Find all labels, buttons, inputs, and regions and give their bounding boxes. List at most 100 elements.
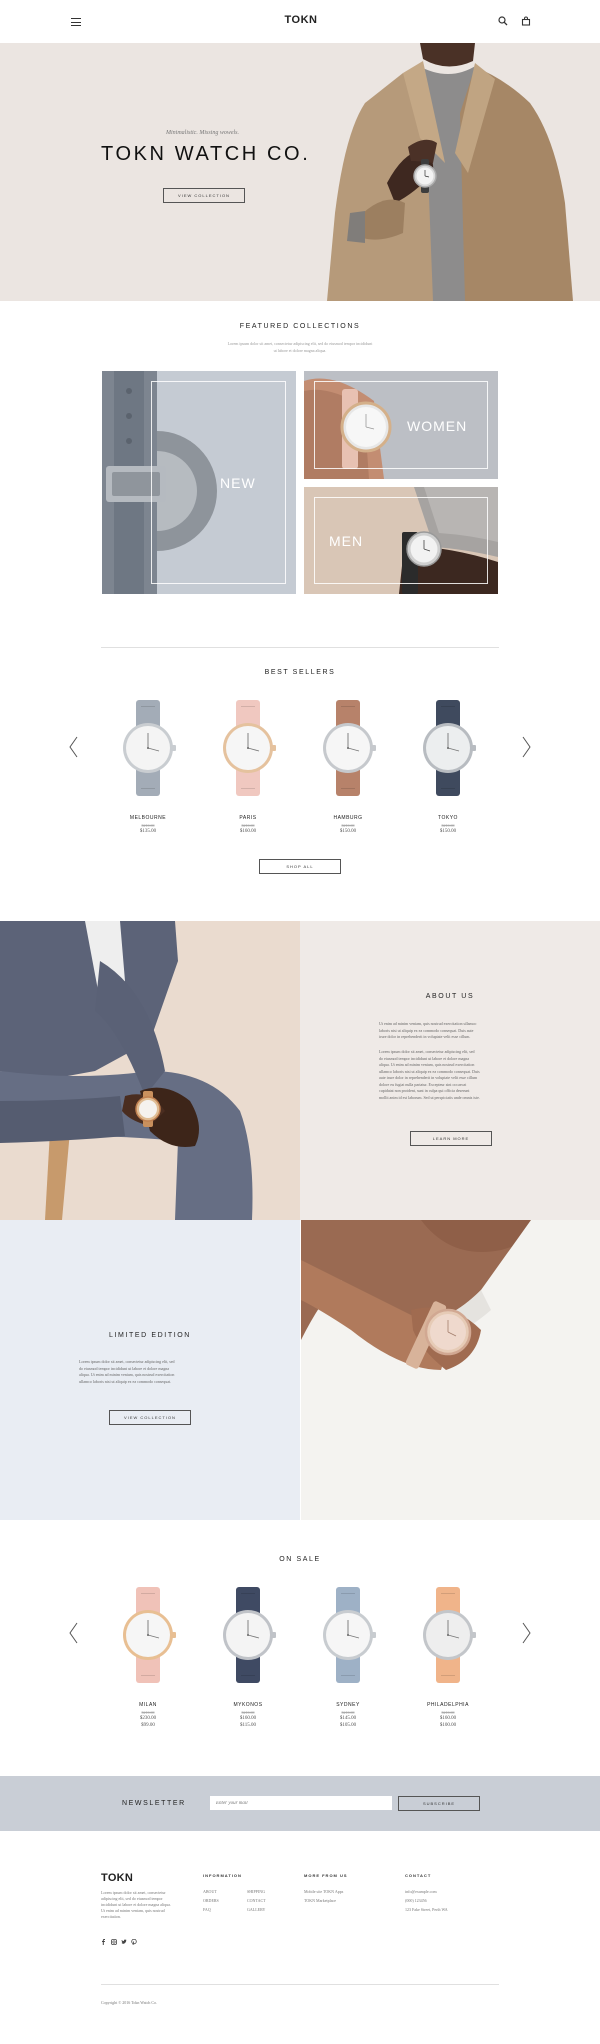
section-divider bbox=[101, 647, 499, 648]
on-sale-product-sale-price: $99.00 bbox=[141, 1723, 155, 1728]
on-sale-product-card[interactable]: MYKONOS $210.00 $160.00 $115.00 bbox=[203, 1587, 293, 1728]
best-sellers-product-image bbox=[123, 700, 176, 796]
footer-link[interactable]: ORDERS bbox=[203, 1898, 219, 1903]
best-sellers-product-price: $150.00 bbox=[439, 829, 457, 834]
best-sellers-product-old-price: $210.00 bbox=[241, 823, 255, 828]
best-sellers-product-name[interactable]: MELBOURNE bbox=[103, 815, 193, 821]
limited-paragraph-line: aliqua. Ut enim ad minim veniam, quis no… bbox=[79, 1372, 175, 1377]
on-sale-product-price: $145.00 bbox=[339, 1716, 357, 1721]
on-sale-product-name[interactable]: SYDNEY bbox=[303, 1702, 393, 1708]
tile-men-label: MEN bbox=[329, 533, 364, 549]
about-title: ABOUT US bbox=[425, 993, 475, 1000]
hamburger-menu-icon[interactable] bbox=[71, 18, 81, 26]
on-sale-title: ON SALE bbox=[279, 1556, 321, 1563]
newsletter-label: NEWSLETTER bbox=[122, 1800, 186, 1807]
sale-carousel-prev-arrow-icon[interactable] bbox=[68, 1622, 80, 1644]
limited-image bbox=[301, 1220, 600, 1520]
footer-about-text: Lorem ipsum dolor sit amet, consectetur a… bbox=[101, 1890, 191, 1920]
on-sale-product-card[interactable]: SYDNEY $210.00 $145.00 $105.00 bbox=[303, 1587, 393, 1728]
footer-column-title: INFORMATION bbox=[203, 1873, 242, 1878]
shopping-bag-icon[interactable] bbox=[521, 16, 531, 26]
search-icon[interactable] bbox=[498, 16, 508, 26]
footer-column-title: CONTACT bbox=[405, 1873, 432, 1878]
tile-women[interactable]: WOMEN bbox=[304, 371, 498, 479]
best-sellers-product-old-price: $210.00 bbox=[441, 823, 455, 828]
footer-link[interactable]: info@example.com bbox=[405, 1889, 437, 1894]
footer-link[interactable]: Mobile site TOKN Apps bbox=[304, 1889, 343, 1894]
on-sale-product-name[interactable]: PHILADELPHIA bbox=[403, 1702, 493, 1708]
best-sellers-product-name[interactable]: HAMBURG bbox=[303, 815, 393, 821]
on-sale-product-image bbox=[123, 1587, 176, 1683]
best-sellers-product-name[interactable]: PARIS bbox=[203, 815, 293, 821]
tile-new-frame bbox=[151, 381, 286, 584]
about-paragraph-line: aliqua. Ut enim ad minim veniam, quis no… bbox=[379, 1062, 475, 1067]
footer-divider bbox=[101, 1984, 499, 1985]
about-paragraph-line: Ut enim ad minim veniam, quis nostrud ex… bbox=[379, 1021, 477, 1026]
best-sellers-product-image bbox=[423, 700, 476, 796]
footer-link[interactable]: (000) 123456 bbox=[405, 1898, 427, 1903]
about-paragraph-1: Ut enim ad minim veniam, quis nostrud ex… bbox=[379, 1021, 476, 1041]
best-sellers-product-card[interactable]: PARIS $210.00 $160.00 bbox=[203, 700, 293, 840]
footer-link[interactable]: CONTACT bbox=[247, 1898, 266, 1903]
subscribe-button[interactable]: SUBSCRIBE bbox=[398, 1796, 480, 1811]
pinterest-icon[interactable] bbox=[131, 1939, 137, 1945]
about-paragraph-line: aute irure dolor in reprehenderit in vol… bbox=[379, 1075, 478, 1080]
view-collection-button[interactable]: VIEW COLLECTION bbox=[163, 188, 245, 203]
copyright-text: Copyright © 2016 Tokn Watch Co. bbox=[101, 2000, 158, 2005]
newsletter-email-input[interactable] bbox=[210, 1796, 392, 1810]
footer-link[interactable]: GALLERY bbox=[247, 1907, 265, 1912]
site-logo[interactable]: TOKN bbox=[276, 14, 326, 26]
tile-men[interactable]: MEN bbox=[304, 487, 498, 594]
limited-paragraph-line: ullamco laboris nisi ut aliquip ex ea co… bbox=[79, 1378, 172, 1384]
about-paragraph-line: Lorem ipsum dolor sit amet, consectetur … bbox=[379, 1049, 475, 1054]
best-sellers-title: BEST SELLERS bbox=[264, 669, 336, 676]
facebook-icon[interactable] bbox=[101, 1939, 106, 1945]
on-sale-product-sale-price: $115.00 bbox=[239, 1723, 257, 1728]
carousel-next-arrow-icon[interactable] bbox=[520, 736, 532, 758]
tile-women-label: WOMEN bbox=[407, 418, 468, 434]
twitter-icon[interactable] bbox=[121, 1939, 127, 1945]
on-sale-product-old-price: $210.00 bbox=[241, 1710, 255, 1715]
footer-social-icons bbox=[101, 1939, 141, 1945]
footer-link[interactable]: 123 Fake Street, Perth WA bbox=[405, 1907, 448, 1912]
best-sellers-product-card[interactable]: MELBOURNE $210.00 $135.00 bbox=[103, 700, 193, 840]
footer-link[interactable]: FAQ bbox=[203, 1907, 211, 1912]
hero-title: TOKN WATCH CO. bbox=[101, 143, 311, 165]
footer-link[interactable]: SHIPPING bbox=[247, 1889, 265, 1894]
on-sale-product-old-price: $210.00 bbox=[141, 1710, 155, 1715]
on-sale-product-old-price: $210.00 bbox=[441, 1710, 455, 1715]
on-sale-product-card[interactable]: MILAN $210.00 $230.00 $99.00 bbox=[103, 1587, 193, 1728]
hero-model-image bbox=[327, 43, 573, 301]
about-paragraph-2: Lorem ipsum dolor sit amet, consectetur … bbox=[379, 1049, 480, 1101]
learn-more-button[interactable]: LEARN MORE bbox=[410, 1131, 492, 1146]
about-panel: ABOUT US Ut enim ad minim veniam, quis n… bbox=[300, 921, 600, 1220]
sale-carousel-next-arrow-icon[interactable] bbox=[520, 1622, 532, 1644]
best-sellers-product-card[interactable]: TOKYO $210.00 $150.00 bbox=[403, 700, 493, 840]
best-sellers-product-price: $135.00 bbox=[139, 829, 157, 834]
best-sellers-product-image bbox=[323, 700, 376, 796]
shop-all-button[interactable]: SHOP ALL bbox=[259, 859, 341, 874]
about-paragraph-line: irure dolor in reprehenderit in voluptat… bbox=[379, 1034, 471, 1039]
best-sellers-product-card[interactable]: HAMBURG $210.00 $150.00 bbox=[303, 700, 393, 840]
best-sellers-product-name[interactable]: TOKYO bbox=[403, 815, 493, 821]
on-sale-product-image bbox=[223, 1587, 276, 1683]
footer-about-line: exercitation. bbox=[101, 1914, 121, 1919]
on-sale-product-price: $230.00 bbox=[139, 1716, 157, 1721]
carousel-prev-arrow-icon[interactable] bbox=[68, 736, 80, 758]
on-sale-product-card[interactable]: PHILADELPHIA $210.00 $160.00 $100.00 bbox=[403, 1587, 493, 1728]
hero-banner: Minimalistic. Missing wowels. TOKN WATCH… bbox=[0, 43, 600, 301]
tile-new[interactable]: NEW bbox=[102, 371, 296, 594]
best-sellers-product-price: $160.00 bbox=[239, 829, 257, 834]
limited-view-collection-button[interactable]: VIEW COLLECTION bbox=[109, 1410, 191, 1425]
on-sale-product-name[interactable]: MYKONOS bbox=[203, 1702, 293, 1708]
instagram-icon[interactable] bbox=[111, 1939, 117, 1945]
footer-logo[interactable]: TOKN bbox=[101, 1872, 133, 1884]
footer-link[interactable]: ABOUT bbox=[203, 1889, 217, 1894]
footer-link[interactable]: TOKN Marketplace bbox=[304, 1898, 336, 1903]
on-sale-product-name[interactable]: MILAN bbox=[103, 1702, 193, 1708]
newsletter-bar: NEWSLETTER SUBSCRIBE bbox=[0, 1776, 600, 1831]
on-sale-product-price: $160.00 bbox=[439, 1716, 457, 1721]
limited-paragraph-line: Lorem ipsum dolor sit amet, consectetur … bbox=[79, 1359, 175, 1364]
about-paragraph-line: cupidatat non proident, sunt in culpa qu… bbox=[379, 1088, 470, 1093]
best-sellers-product-price: $150.00 bbox=[339, 829, 357, 834]
